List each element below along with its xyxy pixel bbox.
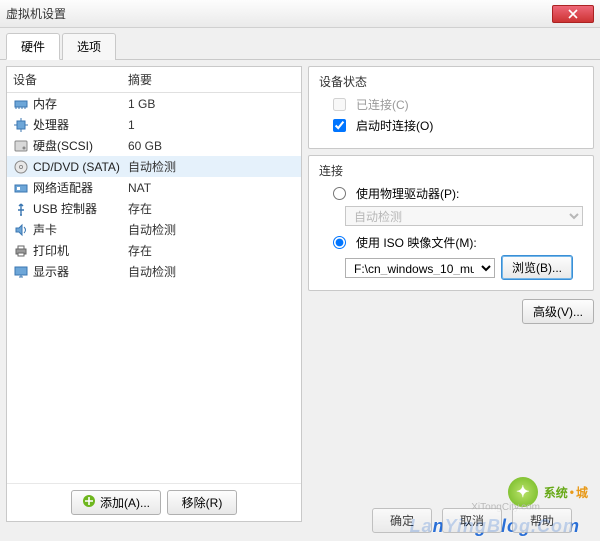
device-summary: 自动检测	[128, 158, 176, 175]
settings-panel: 设备状态 已连接(C) 启动时连接(O) 连接 使用物理驱动器(P): 自动检测	[308, 66, 594, 522]
col-device-header: 设备	[13, 71, 128, 88]
device-header: 设备 摘要	[7, 67, 301, 93]
usb-icon	[13, 201, 29, 217]
connect-at-power-row: 启动时连接(O)	[333, 117, 583, 134]
tab-hardware[interactable]: 硬件	[6, 33, 60, 60]
device-summary: 自动检测	[128, 263, 176, 280]
connection-group: 连接 使用物理驱动器(P): 自动检测 使用 ISO 映像文件(M): F:\c…	[308, 155, 594, 291]
use-physical-row: 使用物理驱动器(P):	[333, 185, 583, 202]
use-iso-label: 使用 ISO 映像文件(M):	[356, 234, 477, 251]
device-status-title: 设备状态	[319, 73, 583, 90]
close-icon	[568, 9, 578, 19]
device-name: 打印机	[33, 242, 128, 259]
device-name: 硬盘(SCSI)	[33, 137, 128, 154]
advanced-button[interactable]: 高级(V)...	[522, 299, 594, 324]
connected-checkbox	[333, 98, 346, 111]
connect-at-power-checkbox[interactable]	[333, 119, 346, 132]
title-bar: 虚拟机设置	[0, 0, 600, 28]
add-device-button[interactable]: 添加(A)...	[71, 490, 161, 515]
device-summary: 存在	[128, 242, 152, 259]
printer-icon	[13, 243, 29, 259]
memory-icon	[13, 96, 29, 112]
table-row[interactable]: CD/DVD (SATA)自动检测	[7, 156, 301, 177]
table-row[interactable]: 打印机存在	[7, 240, 301, 261]
use-physical-label: 使用物理驱动器(P):	[356, 185, 459, 202]
device-name: 声卡	[33, 221, 128, 238]
device-name: CD/DVD (SATA)	[33, 160, 128, 174]
table-row[interactable]: USB 控制器存在	[7, 198, 301, 219]
physical-drive-row: 自动检测	[345, 206, 583, 226]
connect-at-power-label: 启动时连接(O)	[356, 117, 433, 134]
device-name: 网络适配器	[33, 179, 128, 196]
connection-title: 连接	[319, 162, 583, 179]
physical-drive-select: 自动检测	[345, 206, 583, 226]
device-summary: 1	[128, 118, 135, 132]
cancel-button[interactable]: 取消	[442, 508, 502, 533]
advanced-row: 高级(V)...	[308, 299, 594, 324]
close-button[interactable]	[552, 5, 594, 23]
device-status-group: 设备状态 已连接(C) 启动时连接(O)	[308, 66, 594, 149]
use-iso-radio[interactable]	[333, 236, 346, 249]
content-area: 设备 摘要 内存1 GB处理器1硬盘(SCSI)60 GBCD/DVD (SAT…	[0, 60, 600, 528]
device-list: 内存1 GB处理器1硬盘(SCSI)60 GBCD/DVD (SATA)自动检测…	[7, 93, 301, 483]
nic-icon	[13, 180, 29, 196]
display-icon	[13, 264, 29, 280]
use-physical-radio[interactable]	[333, 187, 346, 200]
window-title: 虚拟机设置	[6, 5, 552, 22]
table-row[interactable]: 硬盘(SCSI)60 GB	[7, 135, 301, 156]
device-name: 内存	[33, 95, 128, 112]
device-name: USB 控制器	[33, 200, 128, 217]
use-iso-row: 使用 ISO 映像文件(M):	[333, 234, 583, 251]
connected-row: 已连接(C)	[333, 96, 583, 113]
disk-icon	[13, 138, 29, 154]
col-summary-header: 摘要	[128, 71, 152, 88]
device-name: 显示器	[33, 263, 128, 280]
device-summary: 60 GB	[128, 139, 162, 153]
table-row[interactable]: 网络适配器NAT	[7, 177, 301, 198]
table-row[interactable]: 声卡自动检测	[7, 219, 301, 240]
cd-icon	[13, 159, 29, 175]
device-panel: 设备 摘要 内存1 GB处理器1硬盘(SCSI)60 GBCD/DVD (SAT…	[6, 66, 302, 522]
table-row[interactable]: 显示器自动检测	[7, 261, 301, 282]
sound-icon	[13, 222, 29, 238]
remove-device-button[interactable]: 移除(R)	[167, 490, 237, 515]
device-summary: 自动检测	[128, 221, 176, 238]
device-summary: NAT	[128, 181, 151, 195]
cpu-icon	[13, 117, 29, 133]
table-row[interactable]: 内存1 GB	[7, 93, 301, 114]
tab-strip: 硬件 选项	[0, 28, 600, 60]
add-device-label: 添加(A)...	[100, 494, 150, 511]
device-summary: 存在	[128, 200, 152, 217]
connected-label: 已连接(C)	[356, 96, 409, 113]
device-name: 处理器	[33, 116, 128, 133]
add-icon	[82, 494, 96, 511]
iso-path-select[interactable]: F:\cn_windows_10_multiple	[345, 258, 495, 278]
ok-button[interactable]: 确定	[372, 508, 432, 533]
tab-options[interactable]: 选项	[62, 33, 116, 60]
help-button[interactable]: 帮助	[512, 508, 572, 533]
device-summary: 1 GB	[128, 97, 155, 111]
dialog-footer: 确定 取消 帮助	[372, 508, 572, 533]
browse-button[interactable]: 浏览(B)...	[501, 255, 573, 280]
iso-path-row: F:\cn_windows_10_multiple 浏览(B)...	[345, 255, 583, 280]
table-row[interactable]: 处理器1	[7, 114, 301, 135]
device-buttons: 添加(A)... 移除(R)	[7, 483, 301, 521]
